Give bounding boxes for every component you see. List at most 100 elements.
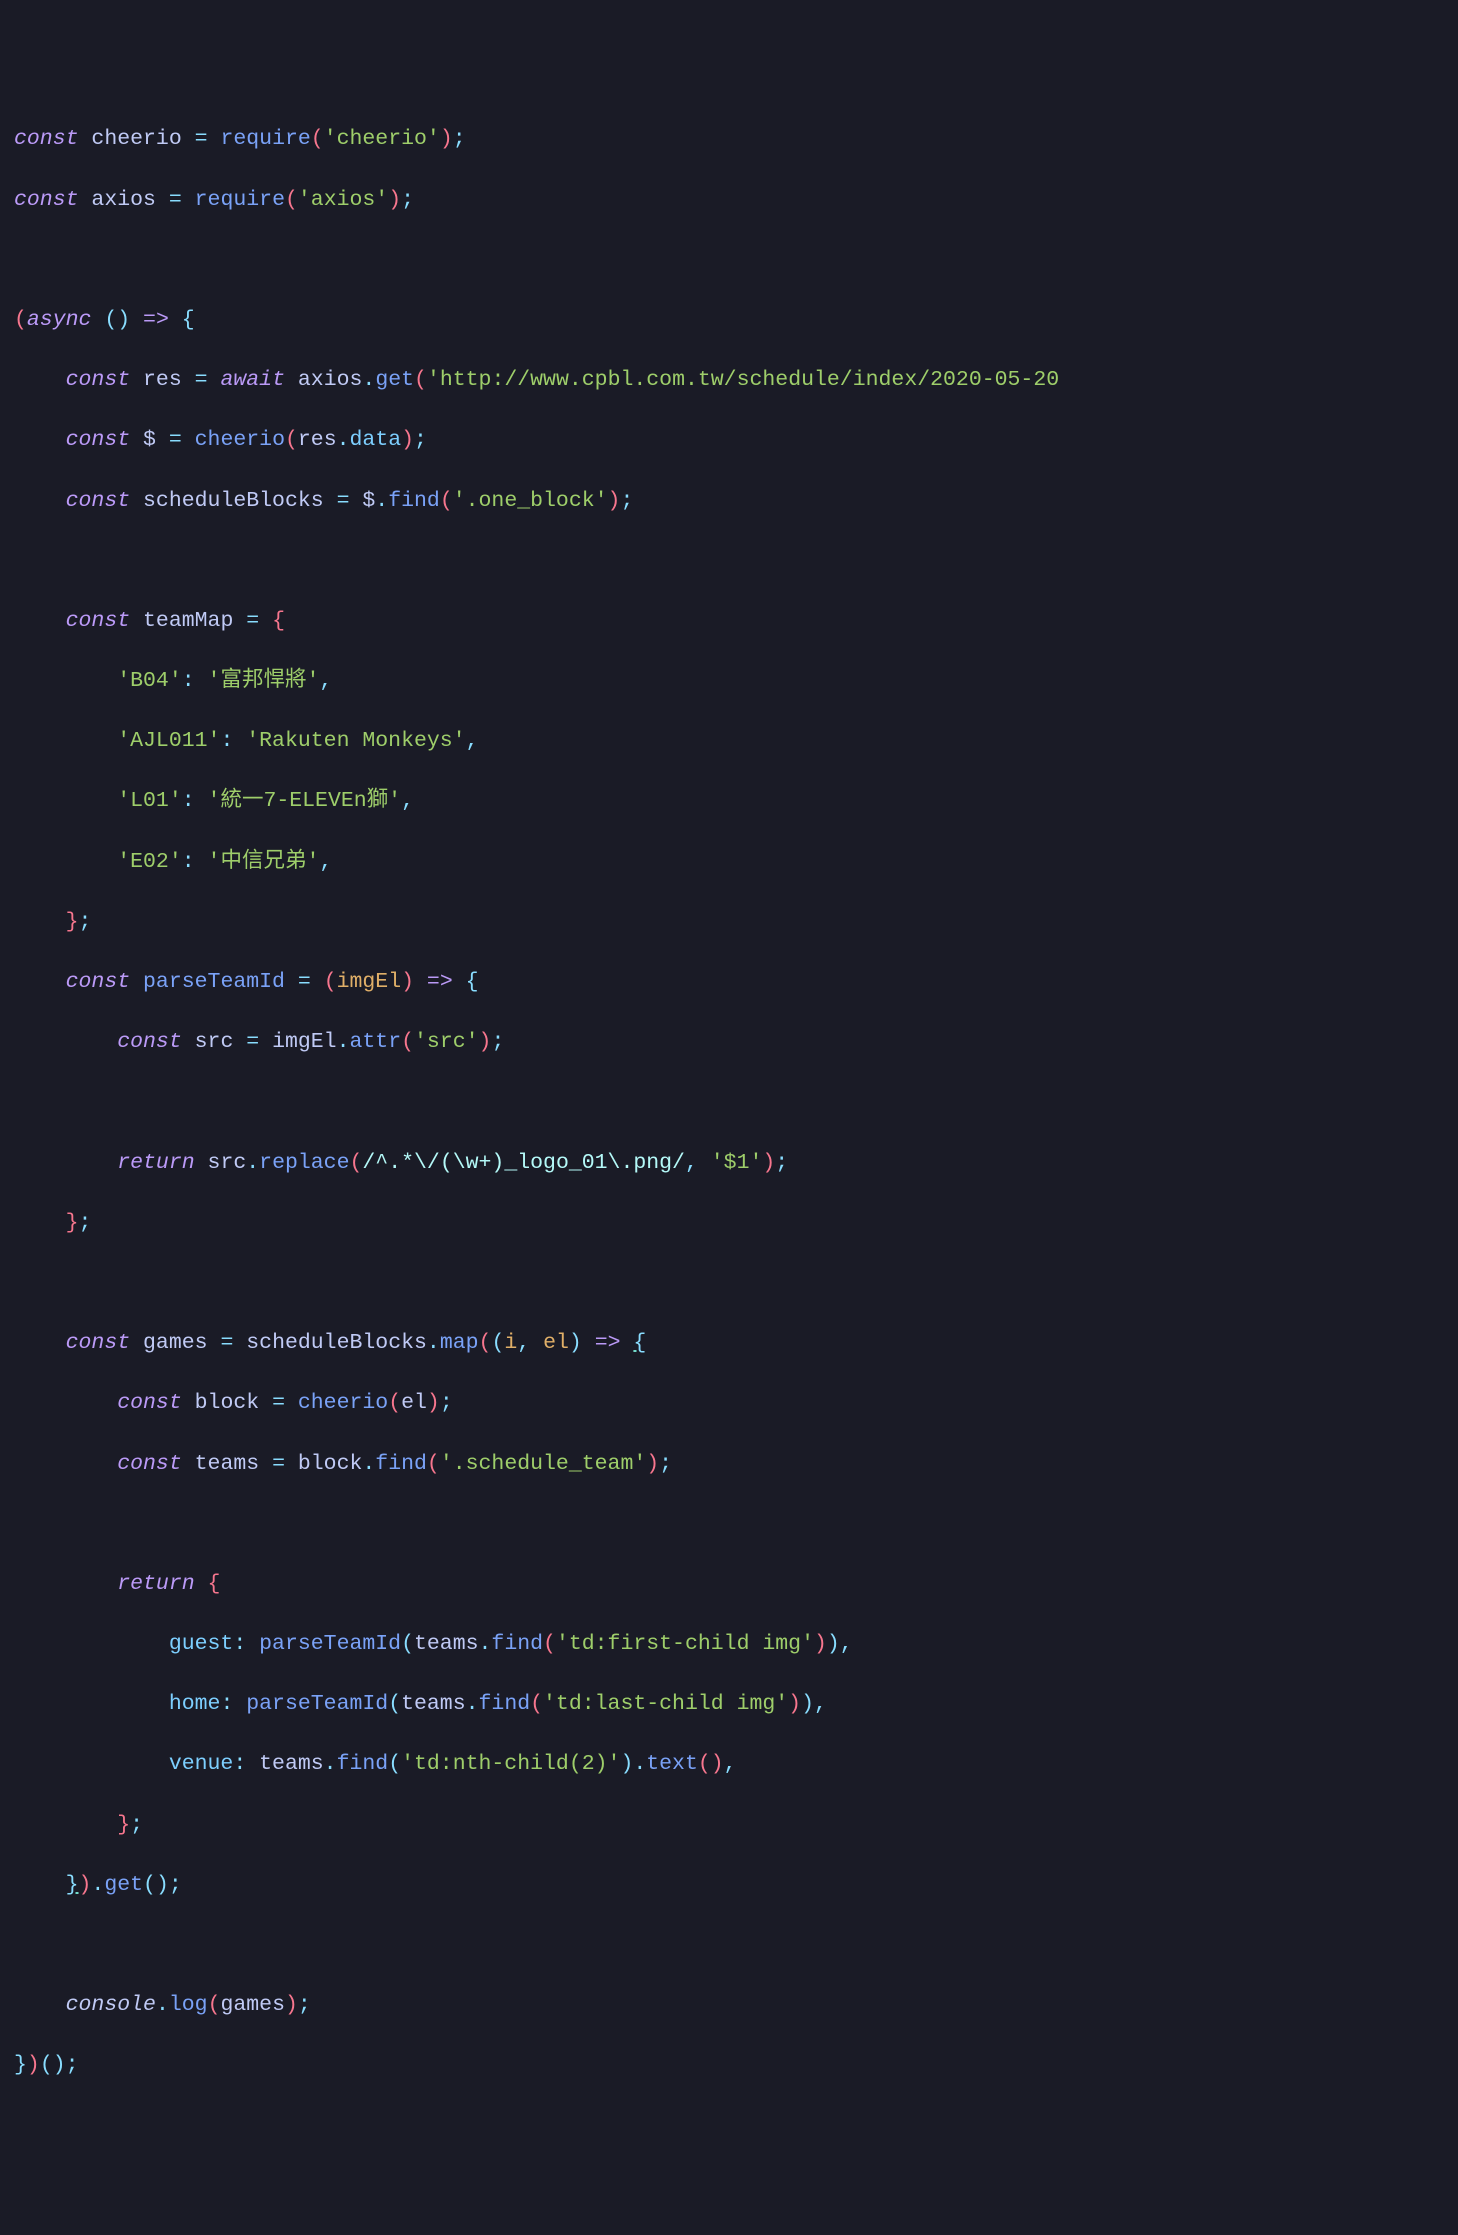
variable-res: res — [143, 368, 182, 392]
method-log: log — [169, 1993, 208, 2017]
indent — [14, 1993, 66, 2017]
paren-close: ) — [827, 1632, 840, 1656]
code-line-7: const scheduleBlocks = $.find('.one_bloc… — [14, 486, 1444, 516]
variable-block: block — [195, 1391, 260, 1415]
object-teams: teams — [414, 1632, 479, 1656]
indent — [14, 368, 66, 392]
paren-close: ) — [646, 1452, 659, 1476]
object-scheduleblocks: scheduleBlocks — [246, 1331, 427, 1355]
paren-close: ) — [569, 1331, 582, 1355]
operator-equals: = — [298, 970, 311, 994]
arg-res: res — [298, 428, 337, 452]
paren-close: ) — [814, 1632, 827, 1656]
property-venue: venue — [169, 1752, 234, 1776]
indent — [14, 850, 117, 874]
object-key: 'B04' — [117, 669, 182, 693]
method-replace: replace — [259, 1151, 349, 1175]
semicolon: ; — [453, 127, 466, 151]
keyword-const: const — [117, 1452, 182, 1476]
operator-equals: = — [246, 609, 259, 633]
colon: : — [182, 850, 195, 874]
code-line-4: (async () => { — [14, 305, 1444, 335]
code-line-16: const src = imgEl.attr('src'); — [14, 1027, 1444, 1057]
keyword-const: const — [66, 970, 131, 994]
indent — [14, 1572, 117, 1596]
keyword-const: const — [14, 127, 79, 151]
paren-close: ) — [401, 970, 414, 994]
dot: . — [375, 489, 388, 513]
indent — [14, 1752, 169, 1776]
arg-games: games — [220, 1993, 285, 2017]
brace-close: } — [14, 2053, 27, 2077]
keyword-const: const — [66, 1331, 131, 1355]
indent — [14, 1873, 66, 1897]
indent — [14, 1452, 117, 1476]
semicolon: ; — [620, 489, 633, 513]
object-key: 'E02' — [117, 850, 182, 874]
param-el: el — [543, 1331, 569, 1355]
paren-open: ( — [104, 308, 117, 332]
semicolon: ; — [659, 1452, 672, 1476]
paren-open: ( — [40, 2053, 53, 2077]
paren-open: ( — [440, 489, 453, 513]
colon: : — [220, 729, 233, 753]
code-line-32: console.log(games); — [14, 1990, 1444, 2020]
paren-open: ( — [388, 1391, 401, 1415]
comma: , — [517, 1331, 530, 1355]
semicolon: ; — [169, 1873, 182, 1897]
paren-close: ) — [788, 1692, 801, 1716]
dot: . — [324, 1752, 337, 1776]
paren-open: ( — [324, 970, 337, 994]
colon: : — [233, 1632, 246, 1656]
code-line-2: const axios = require('axios'); — [14, 185, 1444, 215]
code-line-18: return src.replace(/^.*\/(\w+)_logo_01\.… — [14, 1148, 1444, 1178]
paren-close: ) — [117, 308, 130, 332]
keyword-await: await — [220, 368, 285, 392]
arrow: => — [427, 970, 453, 994]
object-block: block — [298, 1452, 363, 1476]
code-line-28: venue: teams.find('td:nth-child(2)').tex… — [14, 1749, 1444, 1779]
paren-open: ( — [698, 1752, 711, 1776]
paren-close: ) — [156, 1873, 169, 1897]
code-editor[interactable]: const cheerio = require('cheerio'); cons… — [14, 124, 1444, 2080]
variable-games: games — [143, 1331, 208, 1355]
code-line-33: })(); — [14, 2050, 1444, 2080]
paren-open: ( — [208, 1993, 221, 2017]
code-line-25: return { — [14, 1569, 1444, 1599]
indent — [14, 1211, 66, 1235]
paren-open: ( — [14, 308, 27, 332]
object-teams: teams — [401, 1692, 466, 1716]
keyword-const: const — [66, 428, 131, 452]
keyword-async: async — [27, 308, 92, 332]
property-guest: guest — [169, 1632, 234, 1656]
function-parseteamid: parseTeamId — [259, 1632, 401, 1656]
object-value: '富邦悍將' — [208, 669, 320, 693]
method-attr: attr — [350, 1030, 402, 1054]
string-cheerio: 'cheerio' — [324, 127, 440, 151]
paren-close: ) — [479, 1030, 492, 1054]
keyword-const: const — [117, 1391, 182, 1415]
object-key: 'AJL011' — [117, 729, 220, 753]
paren-open: ( — [427, 1452, 440, 1476]
colon: : — [220, 1692, 233, 1716]
code-line-13: 'E02': '中信兄弟', — [14, 847, 1444, 877]
paren-open: ( — [491, 1331, 504, 1355]
param-imgel: imgEl — [337, 970, 402, 994]
dot: . — [479, 1632, 492, 1656]
string-selector: 'td:first-child img' — [556, 1632, 814, 1656]
semicolon: ; — [401, 188, 414, 212]
code-line-10: 'B04': '富邦悍將', — [14, 666, 1444, 696]
string-url: 'http://www.cpbl.com.tw/schedule/index/2… — [427, 368, 1059, 392]
variable-axios: axios — [91, 188, 156, 212]
method-map: map — [440, 1331, 479, 1355]
variable-dollar: $ — [143, 428, 156, 452]
keyword-const: const — [117, 1030, 182, 1054]
indent — [14, 910, 66, 934]
brace-close: } — [66, 910, 79, 934]
brace-close: } — [117, 1813, 130, 1837]
string-src: 'src' — [414, 1030, 479, 1054]
param-i: i — [504, 1331, 517, 1355]
paren-close: ) — [285, 1993, 298, 2017]
code-line-8 — [14, 546, 1444, 576]
function-require: require — [195, 188, 285, 212]
